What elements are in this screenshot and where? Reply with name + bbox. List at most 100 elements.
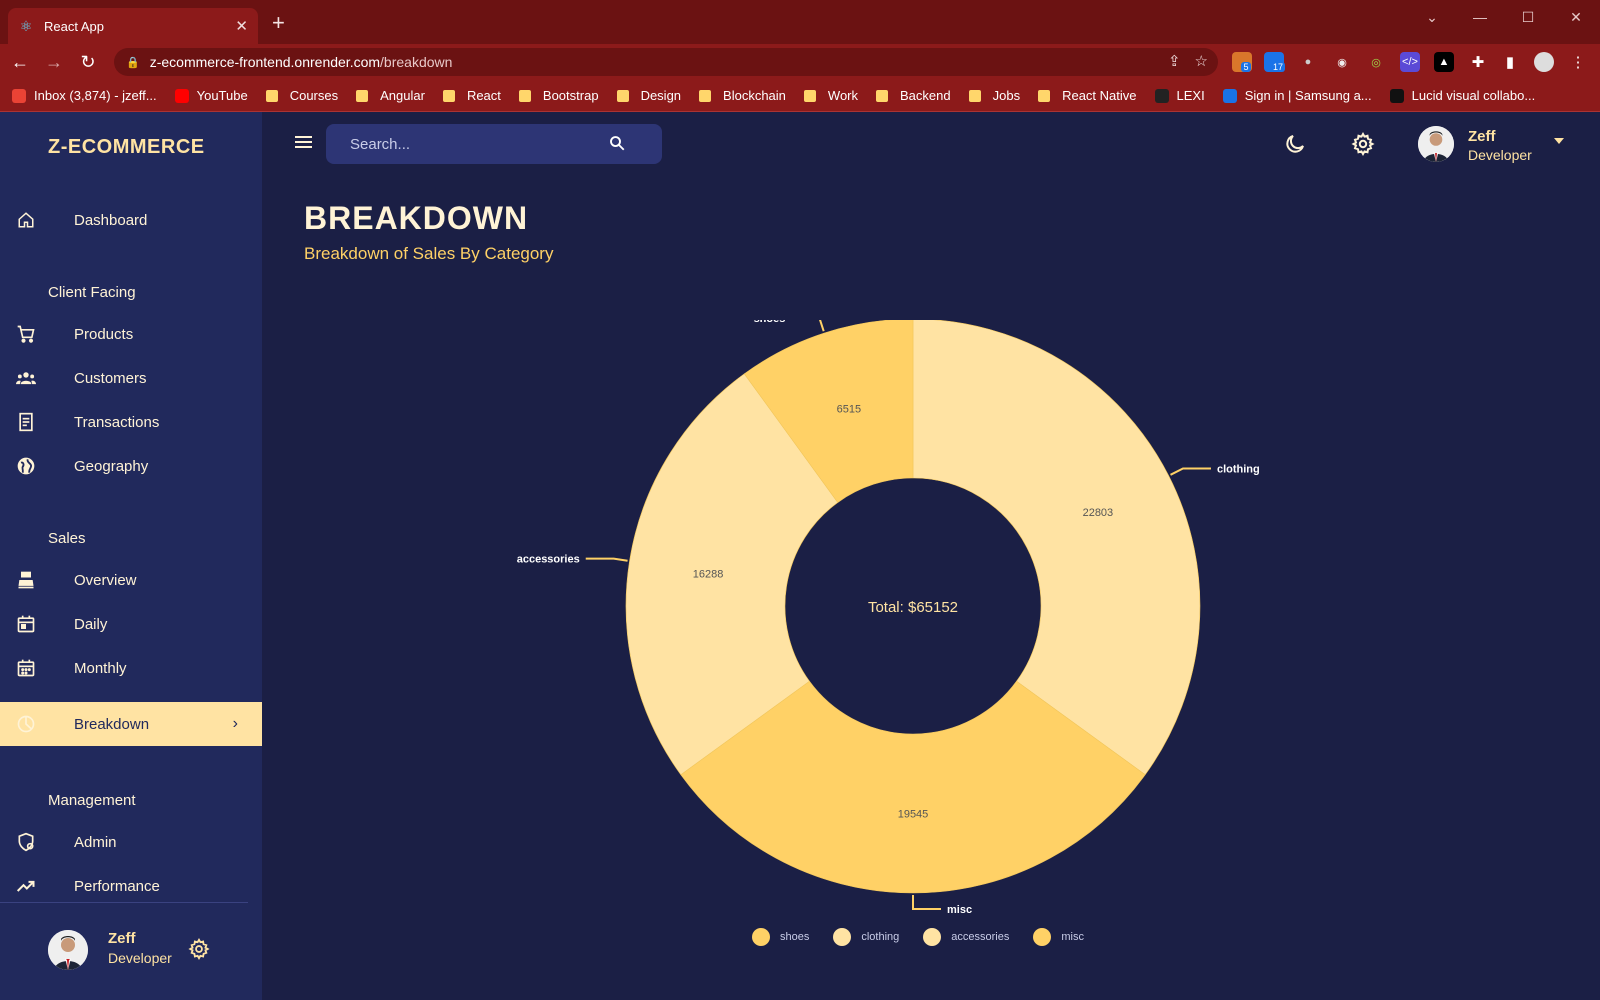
sidebar-item-dashboard[interactable]: Dashboard: [0, 198, 262, 242]
lucid-icon: [1389, 88, 1404, 103]
side-panel-icon[interactable]: ▮: [1500, 52, 1520, 72]
sidebar-divider: [0, 902, 248, 903]
legend-item-accessories[interactable]: accessories: [923, 928, 1009, 946]
menu-icon[interactable]: [294, 134, 318, 154]
bookmark-item[interactable]: Angular: [356, 88, 425, 103]
folder-icon: [876, 89, 889, 102]
search-icon[interactable]: [608, 134, 628, 154]
sidebar-user-profile: Zeff Developer: [48, 930, 248, 974]
bookmark-item[interactable]: React: [442, 88, 501, 103]
legend-label: misc: [1061, 931, 1084, 943]
bookmark-item[interactable]: LEXI: [1154, 88, 1205, 103]
legend-swatch: [923, 928, 942, 946]
forward-button[interactable]: →: [42, 50, 66, 74]
trending-up-icon: [16, 876, 36, 896]
bookmark-item[interactable]: React Native: [1038, 88, 1137, 103]
new-tab-button[interactable]: +: [272, 12, 285, 34]
settings-icon[interactable]: [1351, 131, 1375, 157]
sidebar-item-overview[interactable]: Overview: [0, 558, 262, 602]
admin-shield-icon: [16, 832, 36, 852]
bookmark-item[interactable]: Courses: [265, 88, 339, 103]
sidebar-item-monthly[interactable]: Monthly: [0, 646, 262, 690]
react-icon: ⚛: [19, 17, 33, 34]
reload-button[interactable]: ↻: [76, 50, 100, 74]
bookmark-label: Sign in | Samsung a...: [1244, 88, 1372, 103]
bookmark-item[interactable]: Design: [616, 88, 682, 103]
slice-category-label: accessories: [517, 554, 580, 566]
sidebar-item-geography[interactable]: Geography: [0, 444, 262, 488]
slice-value-label: 6515: [837, 404, 861, 416]
page-title: BREAKDOWN: [304, 200, 529, 236]
user-name: Zeff: [1468, 128, 1496, 145]
bookmark-item[interactable]: Bootstrap: [518, 88, 599, 103]
breakdown-donut-chart: 22803 clothing 19545 misc 16288 accessories 65…: [517, 320, 1260, 916]
folder-icon: [518, 89, 531, 102]
extension-code-icon[interactable]: </>: [1400, 52, 1420, 72]
legend-label: clothing: [861, 931, 900, 943]
legend-item-shoes[interactable]: shoes: [752, 928, 809, 946]
folder-icon: [1038, 89, 1051, 102]
calendar-today-icon: [16, 614, 36, 634]
profile-avatar-icon[interactable]: [1534, 52, 1554, 72]
bookmark-star-icon[interactable]: ☆: [1195, 52, 1208, 70]
samsung-icon: [1222, 88, 1237, 103]
bookmark-item[interactable]: Jobs: [968, 88, 1020, 103]
sidebar-section-sales: Sales: [48, 530, 86, 547]
extension-mouse-icon[interactable]: ●: [1298, 52, 1318, 72]
sidebar-item-admin[interactable]: Admin: [0, 820, 262, 864]
back-button[interactable]: ←: [8, 50, 32, 74]
sidebar-item-label: Daily: [74, 615, 108, 633]
dark-mode-icon[interactable]: [1283, 132, 1307, 156]
close-tab-icon[interactable]: ✕: [235, 17, 248, 35]
sidebar-item-customers[interactable]: Customers: [0, 356, 262, 400]
maximize-button[interactable]: ☐: [1508, 6, 1548, 28]
browser-tab[interactable]: ⚛ React App ✕: [8, 8, 258, 44]
pie-slice-clothing[interactable]: [912, 320, 1201, 776]
address-bar[interactable]: 🔒 z-ecommerce-frontend.onrender.com/brea…: [114, 48, 1218, 76]
sidebar-item-daily[interactable]: Daily: [0, 602, 262, 646]
extensions-puzzle-icon[interactable]: ✚: [1468, 52, 1488, 72]
point-of-sale-icon: [16, 570, 36, 590]
extension-camera-icon[interactable]: ◉: [1332, 52, 1352, 72]
home-icon: [16, 210, 36, 230]
bookmark-item[interactable]: Lucid visual collabo...: [1389, 88, 1535, 103]
bookmark-label: Design: [640, 88, 682, 103]
extension-badge: 17: [1271, 62, 1286, 72]
legend-item-clothing[interactable]: clothing: [833, 928, 899, 946]
folder-icon: [699, 89, 712, 102]
sidebar-item-breakdown[interactable]: Breakdown ›: [0, 702, 262, 746]
extension-translate-icon[interactable]: 17: [1264, 52, 1286, 72]
bookmark-label: Courses: [289, 88, 339, 103]
share-icon[interactable]: ⇪: [1168, 52, 1181, 70]
bookmark-item[interactable]: Work: [803, 88, 858, 103]
search-input[interactable]: [350, 135, 600, 153]
bookmark-label: Backend: [900, 88, 951, 103]
legend-label: accessories: [951, 931, 1010, 943]
sidebar-item-products[interactable]: Products: [0, 312, 262, 356]
bookmark-item[interactable]: YouTube: [174, 88, 248, 103]
close-window-button[interactable]: ✕: [1556, 6, 1596, 28]
bookmark-item[interactable]: Blockchain: [699, 88, 786, 103]
user-menu-button[interactable]: Zeff Developer: [1418, 126, 1588, 166]
slice-leader-line: [585, 557, 628, 562]
bookmark-item[interactable]: Sign in | Samsung a...: [1222, 88, 1372, 103]
sidebar-item-label: Admin: [74, 833, 117, 851]
bookmark-item[interactable]: Backend: [876, 88, 951, 103]
extension-target-icon[interactable]: ◎: [1366, 52, 1386, 72]
avatar: [1418, 126, 1454, 162]
extension-vercel-icon[interactable]: ▲: [1434, 52, 1454, 72]
extension-metamask-icon[interactable]: 5: [1232, 52, 1252, 72]
bookmark-item[interactable]: Inbox (3,874) - jzeff...: [12, 88, 157, 103]
settings-gear-icon[interactable]: [188, 937, 210, 961]
slice-leader-line: [819, 320, 825, 332]
browser-menu-icon[interactable]: ⋮: [1568, 52, 1588, 72]
calendar-month-icon: [16, 658, 36, 678]
user-role: Developer: [108, 950, 172, 966]
bookmark-label: Blockchain: [723, 88, 786, 103]
legend-item-misc[interactable]: misc: [1033, 928, 1084, 946]
sidebar-item-transactions[interactable]: Transactions: [0, 400, 262, 444]
tab-strip: ⚛ React App ✕ + ⌄ — ☐ ✕: [0, 0, 1600, 44]
slice-value-label: 19545: [898, 809, 929, 821]
minimize-button[interactable]: —: [1460, 6, 1500, 28]
tab-search-icon[interactable]: ⌄: [1412, 6, 1452, 28]
